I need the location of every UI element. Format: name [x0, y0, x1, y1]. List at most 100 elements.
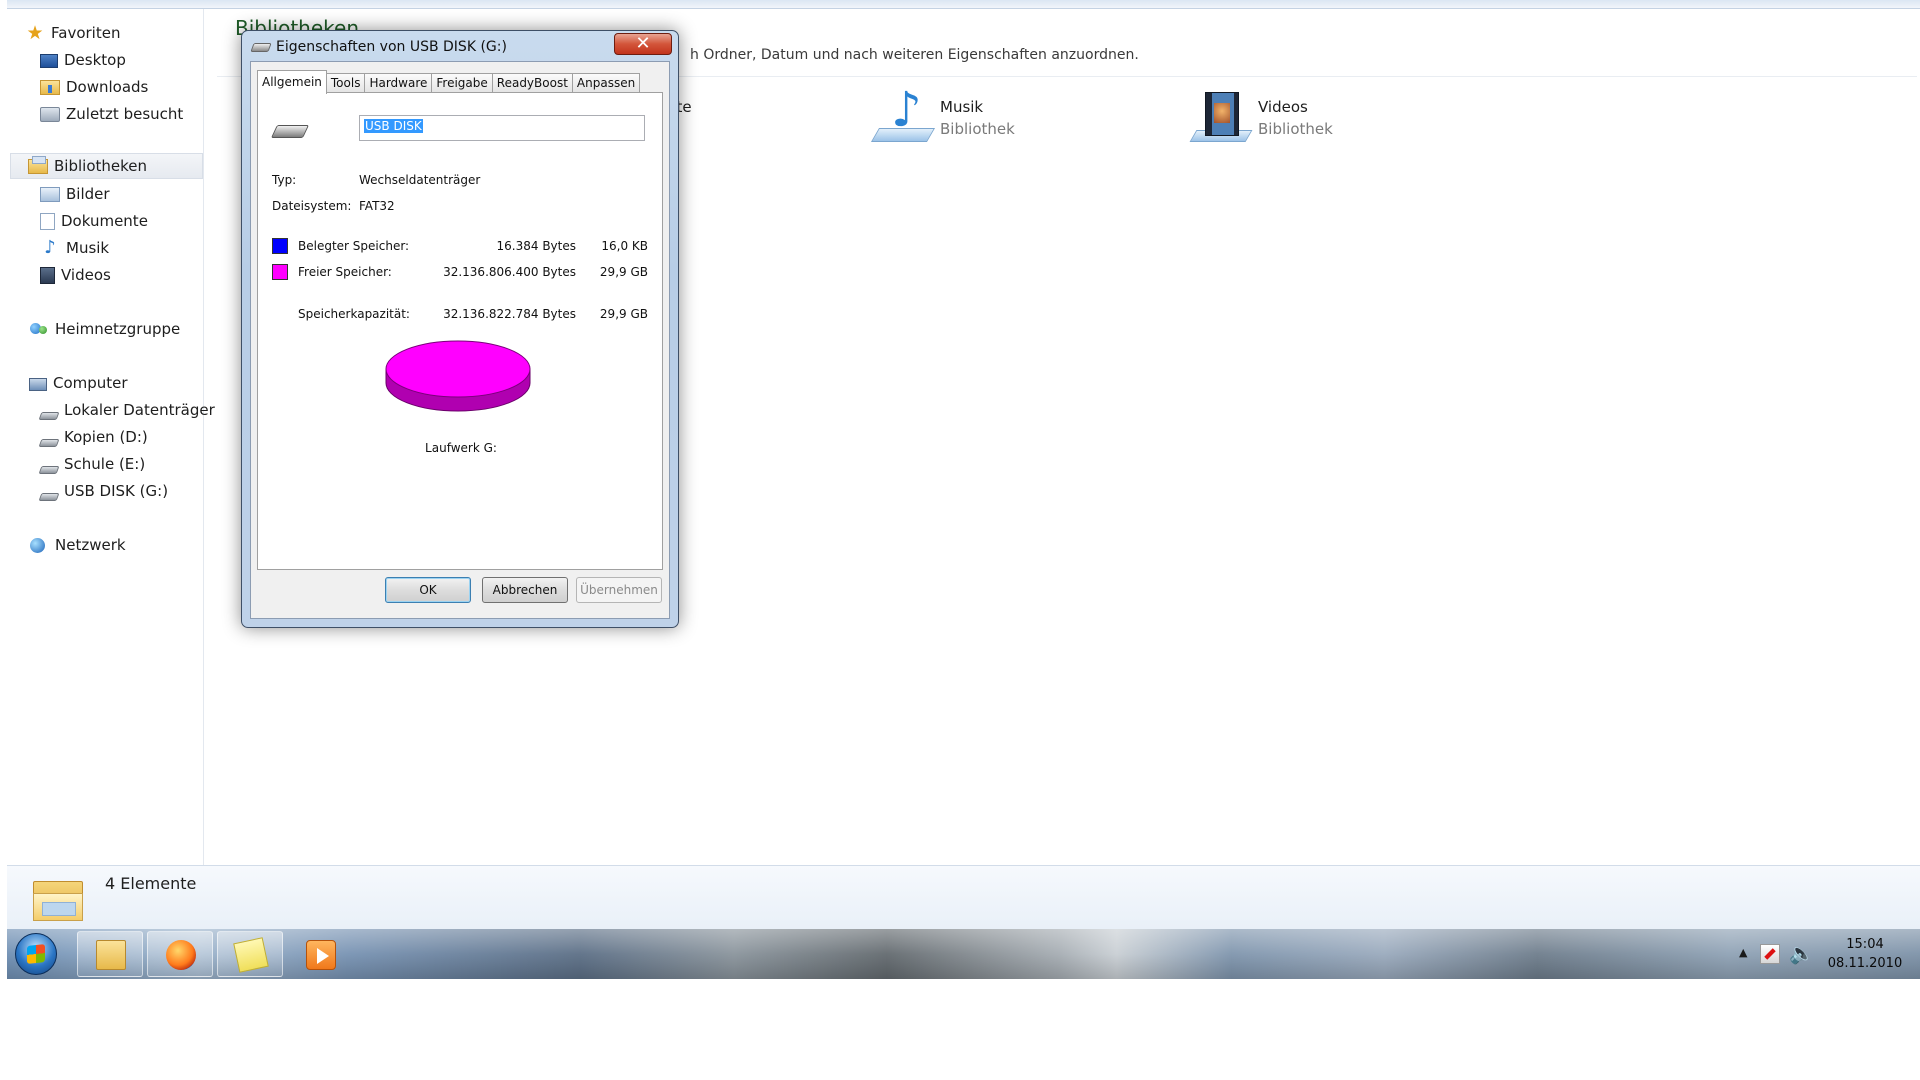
folder-icon	[96, 940, 126, 970]
usb-drive-icon	[274, 121, 304, 137]
close-button[interactable]: ✕	[614, 33, 672, 55]
clock-date: 08.11.2010	[1827, 956, 1903, 971]
tab-allgemein[interactable]: Allgemein	[257, 70, 327, 94]
system-tray: ▲ 🔈 15:04 08.11.2010	[1727, 929, 1920, 979]
nav-drive-d[interactable]: Kopien (D:)	[38, 424, 148, 450]
taskbar-media-player-button[interactable]	[287, 931, 353, 977]
nav-label: Computer	[53, 374, 128, 392]
nav-computer[interactable]: Computer	[29, 370, 128, 396]
star-icon: ★	[26, 22, 44, 44]
tile-name: Musik	[940, 98, 984, 116]
nav-label: Videos	[61, 266, 111, 284]
tile-subtitle: Bibliothek	[1258, 120, 1333, 138]
computer-icon	[29, 377, 47, 391]
clock[interactable]: 15:04 08.11.2010	[1817, 935, 1913, 973]
dialog-titlebar[interactable]: Eigenschaften von USB DISK (G:) ✕	[242, 31, 678, 61]
dialog-title: Eigenschaften von USB DISK (G:)	[276, 39, 507, 55]
disk-usage-pie	[385, 333, 531, 417]
ok-button[interactable]: OK	[385, 577, 471, 603]
used-space-short: 16,0 KB	[601, 239, 648, 253]
type-value: Wechseldatenträger	[359, 173, 481, 187]
nav-pictures[interactable]: Bilder	[40, 181, 110, 207]
drive-caption: Laufwerk G:	[425, 441, 497, 455]
nav-label: Bilder	[66, 185, 110, 203]
nav-homegroup[interactable]: Heimnetzgruppe	[29, 316, 180, 342]
nav-local-disk[interactable]: Lokaler Datenträger	[38, 397, 215, 423]
start-button[interactable]	[15, 933, 57, 975]
capacity-bytes: 32.136.822.784 Bytes	[443, 307, 576, 321]
taskbar-firefox-button[interactable]	[147, 931, 213, 977]
filesystem-label: Dateisystem:	[272, 199, 352, 213]
details-pane: 4 Elemente	[7, 865, 1920, 929]
nav-favorites[interactable]: ★ Favoriten	[25, 20, 120, 46]
nav-label: Favoriten	[51, 24, 121, 42]
music-note-icon: ♪	[44, 237, 56, 258]
free-space-label: Freier Speicher:	[298, 265, 392, 279]
nav-videos[interactable]: Videos	[40, 262, 111, 288]
explorer-window: ★ Favoriten Desktop Downloads Zuletzt bes…	[7, 0, 1920, 979]
network-icon	[29, 536, 49, 554]
tab-hardware[interactable]: Hardware	[364, 73, 433, 93]
selected-text: USB DISK	[364, 119, 423, 133]
libraries-icon	[28, 155, 48, 174]
tab-anpassen[interactable]: Anpassen	[571, 73, 641, 93]
nav-drive-e[interactable]: Schule (E:)	[38, 451, 145, 477]
tile-subtitle: Bibliothek	[940, 120, 1015, 138]
show-hidden-icons-icon[interactable]: ▲	[1739, 946, 1747, 959]
capacity-label: Speicherkapazität:	[298, 307, 410, 321]
capacity-short: 29,9 GB	[599, 307, 648, 321]
nav-drive-g[interactable]: USB DISK (G:)	[38, 478, 169, 504]
nav-documents[interactable]: Dokumente	[40, 208, 148, 234]
nav-label: USB DISK (G:)	[64, 482, 169, 500]
navigation-pane[interactable]: ★ Favoriten Desktop Downloads Zuletzt bes…	[7, 9, 215, 865]
filesystem-value: FAT32	[359, 199, 395, 213]
nav-label: Netzwerk	[55, 536, 126, 554]
pictures-library-icon	[40, 186, 60, 202]
nav-downloads[interactable]: Downloads	[40, 74, 148, 100]
nav-desktop[interactable]: Desktop	[40, 47, 126, 73]
video-library-icon	[40, 266, 55, 284]
drive-title-icon	[250, 43, 272, 52]
nav-network[interactable]: Netzwerk	[29, 532, 126, 558]
separator	[272, 461, 646, 462]
pie-svg	[385, 340, 531, 412]
sticky-notes-icon	[233, 937, 269, 973]
free-space-swatch	[272, 264, 288, 280]
volume-name-input[interactable]: USB DISK	[359, 115, 645, 141]
nav-music[interactable]: ♪ Musik	[40, 235, 109, 261]
nav-label: Downloads	[66, 78, 149, 96]
documents-library-icon	[40, 212, 55, 230]
nav-label: Heimnetzgruppe	[55, 320, 181, 338]
separator	[272, 293, 646, 294]
homegroup-icon	[29, 320, 49, 338]
tab-tools[interactable]: Tools	[325, 73, 366, 93]
nav-label: Dokumente	[61, 212, 148, 230]
tab-freigabe[interactable]: Freigabe	[431, 73, 493, 93]
tile-name: Videos	[1258, 98, 1308, 116]
taskbar-explorer-button[interactable]	[77, 931, 143, 977]
library-tile-music[interactable]: ♪ Musik Bibliothek	[870, 86, 1133, 150]
action-center-flag-icon[interactable]	[1760, 944, 1780, 964]
free-space-short: 29,9 GB	[599, 265, 648, 279]
taskbar: ▲ 🔈 15:04 08.11.2010	[7, 929, 1920, 979]
drive-icon	[38, 439, 60, 447]
nav-label: Lokaler Datenträger	[64, 401, 215, 419]
cancel-button[interactable]: Abbrechen	[482, 577, 568, 603]
nav-recent[interactable]: Zuletzt besucht	[40, 101, 183, 127]
downloads-folder-icon	[40, 79, 60, 95]
hard-drive-icon	[38, 412, 60, 420]
music-library-icon: ♪	[870, 86, 936, 148]
nav-label: Musik	[66, 239, 110, 257]
video-library-icon	[1189, 92, 1253, 148]
window-top-border	[7, 0, 1920, 9]
media-player-icon	[306, 940, 336, 970]
volume-icon[interactable]: 🔈	[1789, 941, 1814, 965]
nav-libraries[interactable]: Bibliotheken	[10, 153, 203, 179]
library-subtitle: h Ordner, Datum und nach weiteren Eigens…	[690, 47, 1139, 63]
taskbar-sticky-notes-button[interactable]	[217, 931, 283, 977]
used-space-swatch	[272, 238, 288, 254]
tab-readyboost[interactable]: ReadyBoost	[491, 73, 573, 93]
library-tile-videos[interactable]: Videos Bibliothek	[1189, 92, 1451, 150]
apply-button[interactable]: Übernehmen	[576, 577, 662, 603]
desktop-icon	[40, 54, 58, 68]
